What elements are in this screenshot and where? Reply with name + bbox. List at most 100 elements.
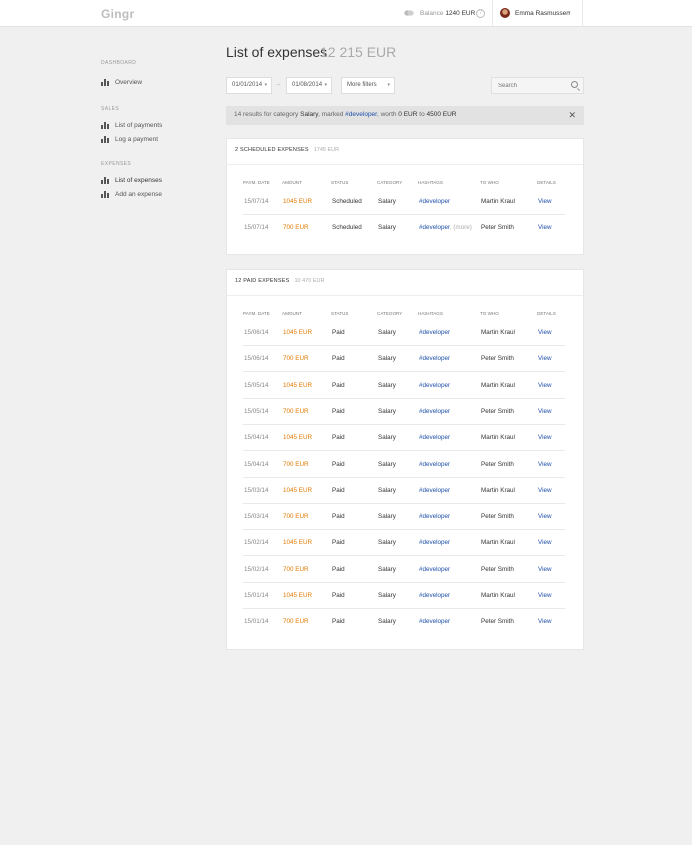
column-header-to-whom[interactable]: TO WHO [480,311,499,316]
app-logo[interactable]: Gingr [101,7,135,21]
table-row[interactable]: 15/04/14 700 EUR Paid Salary #developer Peter… [243,452,565,478]
more-filters-label: More filters [347,82,377,88]
table-row[interactable]: 15/07/14 1045 EUR Scheduled Salary #develope… [243,189,565,215]
chevron-down-icon: ▾ [387,82,390,88]
amount: 1045 EUR [283,381,313,389]
view-link[interactable]: View [538,461,552,468]
search-input[interactable] [491,77,584,94]
view-link[interactable]: View [538,539,552,546]
summary-text: 14 results for category [234,111,301,118]
sidebar-item-label: List of payments [115,121,163,129]
hashtag-link[interactable]: #developer [419,539,450,546]
hashtags: #developer [419,618,450,625]
hashtag-link[interactable]: #developer [419,329,450,336]
bar-chart-icon [101,190,109,198]
hashtag-link[interactable]: #developer [419,461,450,468]
chevron-down-icon[interactable]: ▾ [568,10,571,16]
column-header-amount[interactable]: AMOUNT [282,180,302,185]
summary-tag[interactable]: #developer [345,111,377,118]
recipient: Martin Kraul [481,329,515,336]
hashtag-link[interactable]: #developer [419,434,450,441]
sidebar-item-label: List of expenses [115,176,162,184]
hashtag-link[interactable]: #developer [419,487,450,494]
table-row[interactable]: 15/02/14 1045 EUR Paid Salary #developer Mart… [243,530,565,557]
sidebar-item-list-of-expenses[interactable]: List of expenses [101,175,162,185]
view-link[interactable]: View [538,434,552,441]
category: Salary [378,381,396,389]
status: Paid [332,539,345,547]
close-icon[interactable]: ✕ [568,110,576,121]
column-header-to-whom[interactable]: TO WHO [480,180,499,185]
sidebar-section-title: DASHBOARD [101,60,137,66]
sidebar-item-overview[interactable]: Overview [101,77,142,87]
recipient: Peter Smith [481,565,514,573]
table-row[interactable]: 15/05/14 700 EUR Paid Salary #developer Peter… [243,399,565,425]
avatar[interactable] [500,8,510,18]
hashtag-link[interactable]: #developer [419,566,450,573]
table-row[interactable]: 15/06/14 1045 EUR Paid Salary #developer Mart… [243,320,565,346]
recipient: Peter Smith [481,407,514,415]
hashtags: #developer [419,434,450,441]
status: Paid [332,434,345,442]
view-link[interactable]: View [538,487,552,494]
recipient: Martin Kraul [481,592,515,599]
table-row[interactable]: 15/02/14 700 EUR Paid Salary #developer Peter… [243,557,565,583]
view-link[interactable]: View [538,408,552,415]
table-row[interactable]: 15/03/14 1045 EUR Paid Salary #developer Mart… [243,478,565,504]
column-header-status[interactable]: STATUS [331,311,348,316]
status: Paid [332,513,345,521]
column-header-category[interactable]: CATEGORY [377,180,402,185]
table-row[interactable]: 15/07/14 700 EUR Scheduled Salary #developer… [243,215,565,241]
search-icon[interactable] [571,81,578,88]
view-link[interactable]: View [538,355,552,362]
sidebar-item-log-a-payment[interactable]: Log a payment [101,134,158,144]
hashtag-link[interactable]: #developer [419,355,450,362]
table-row[interactable]: 15/06/14 700 EUR Paid Salary #developer Peter… [243,346,565,373]
category: Salary [378,224,396,232]
hashtag-link[interactable]: #developer [419,198,450,205]
page-total: 12 215 EUR [320,44,397,60]
payment-date: 15/04/14 [244,434,269,442]
table-row[interactable]: 15/04/14 1045 EUR Paid Salary #developer Mart… [243,425,565,452]
view-link[interactable]: View [538,198,552,205]
column-header-category[interactable]: CATEGORY [377,311,402,316]
hashtag-link[interactable]: #developer [419,224,450,231]
sidebar-item-list-of-payments[interactable]: List of payments [101,120,162,130]
table-row[interactable]: 15/01/14 1045 EUR Paid Salary #developer Mart… [243,583,565,609]
more-hashtags-link[interactable]: , (more) [450,224,472,231]
column-header-date[interactable]: PAYM. DATE [243,311,270,316]
table-row[interactable]: 15/05/14 1045 EUR Paid Salary #developer Mart… [243,373,565,399]
column-header-hashtags[interactable]: HASHTAGS [418,311,443,316]
hashtag-link[interactable]: #developer [419,513,450,520]
more-filters-dropdown[interactable]: More filters ▾ [341,77,395,94]
category: Salary [378,539,396,547]
date-from-picker[interactable]: 01/01/2014 ▾ [226,77,272,94]
view-link[interactable]: View [538,329,552,336]
amount: 700 EUR [283,407,309,415]
table-row[interactable]: 15/03/14 700 EUR Paid Salary #developer Peter… [243,504,565,531]
column-header-amount[interactable]: AMOUNT [282,311,302,316]
column-header-date[interactable]: PAYM. DATE [243,180,270,185]
payment-date: 15/02/14 [244,539,269,547]
hashtag-link[interactable]: #developer [419,618,450,625]
view-link[interactable]: View [538,618,552,625]
user-name[interactable]: Emma Rasmussen [515,10,570,17]
column-header-hashtags[interactable]: HASHTAGS [418,180,443,185]
hashtag-link[interactable]: #developer [419,382,450,389]
column-header-status[interactable]: STATUS [331,180,348,185]
hashtag-link[interactable]: #developer [419,592,450,599]
view-link[interactable]: View [538,224,552,231]
column-header-details[interactable]: DETAILS [537,311,556,316]
help-icon[interactable]: ? [476,9,485,18]
view-link[interactable]: View [538,566,552,573]
payment-date: 15/07/14 [244,198,269,205]
table-row[interactable]: 15/01/14 700 EUR Paid Salary #developer Peter… [243,609,565,635]
view-link[interactable]: View [538,513,552,520]
sidebar-item-add-an-expense[interactable]: Add an expense [101,189,162,199]
view-link[interactable]: View [538,382,552,389]
hashtag-link[interactable]: #developer [419,408,450,415]
view-link[interactable]: View [538,592,552,599]
column-header-details[interactable]: DETAILS [537,180,556,185]
bar-chart-icon [101,78,109,86]
date-to-picker[interactable]: 01/08/2014 ▾ [286,77,332,94]
